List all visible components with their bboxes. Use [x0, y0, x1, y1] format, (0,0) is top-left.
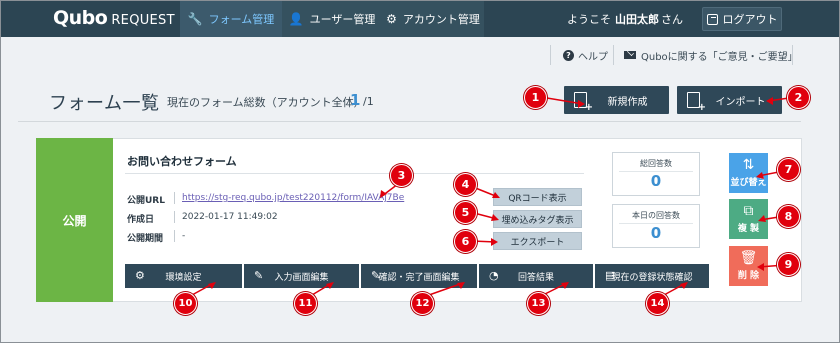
- edit-confirm-complete-label: 確認・完了画面編集: [378, 272, 460, 283]
- divider: [550, 45, 551, 65]
- callout-8: 8: [777, 205, 800, 228]
- response-results-button[interactable]: ◔ 回答結果: [479, 264, 593, 288]
- callout-14: 14: [646, 292, 669, 315]
- edit-input-screen-button[interactable]: ✎ 入力画面編集: [244, 264, 359, 288]
- gear-icon: ⚙: [386, 12, 397, 26]
- welcome-message: ようこそ 山田太郎 さん: [567, 1, 683, 37]
- callout-9: 9: [777, 253, 800, 276]
- qr-code-button[interactable]: QRコード表示: [493, 188, 582, 206]
- divider: [174, 230, 175, 242]
- callout-12: 12: [411, 292, 434, 315]
- help-link[interactable]: ? ヘルプ: [563, 45, 608, 65]
- logout-icon: [706, 13, 718, 25]
- form-name[interactable]: お問い合わせフォーム: [127, 153, 237, 169]
- divider: [613, 45, 614, 65]
- divider: [174, 192, 175, 204]
- tab-account-management[interactable]: ⚙ アカウント管理: [382, 1, 484, 37]
- new-form-button[interactable]: 新規作成: [564, 86, 669, 114]
- public-url-link[interactable]: https://stg-req.qubo.jp/test220112/form/…: [182, 193, 404, 203]
- copy-button[interactable]: ⧉ 複 製: [729, 199, 768, 239]
- delete-label: 削 除: [737, 271, 760, 281]
- callout-2: 2: [787, 86, 810, 109]
- logout-label: ログアウト: [722, 13, 778, 26]
- public-url-label: 公開URL: [127, 196, 165, 206]
- user-icon: 👤: [288, 12, 304, 26]
- feedback-link[interactable]: Quboに関する「ご意見・ご要望」: [624, 45, 798, 65]
- edit-form-icon: ✎: [371, 269, 381, 282]
- callout-1: 1: [524, 86, 547, 109]
- response-results-label: 回答結果: [517, 272, 554, 283]
- today-responses-label: 本日の回答数: [632, 211, 680, 220]
- form-count-value: 1: [350, 91, 361, 109]
- sort-arrows-icon: ⇅: [742, 157, 755, 173]
- callout-3: 3: [390, 164, 413, 187]
- user-name: 山田太郎: [615, 13, 659, 26]
- tab-user-management[interactable]: 👤 ユーザー管理: [282, 1, 382, 37]
- trash-icon: 🗑: [739, 250, 758, 266]
- tab-form-management-label: フォーム管理: [208, 13, 275, 26]
- copy-label: 複 製: [737, 224, 760, 234]
- new-form-label: 新規作成: [607, 96, 648, 108]
- sort-button[interactable]: ⇅ 並び替え: [729, 153, 768, 193]
- logo-brand: Qubo: [53, 7, 108, 29]
- public-period-label: 公開期間: [127, 234, 164, 244]
- feedback-link-label: Quboに関する「ご意見・ご要望」: [641, 51, 798, 63]
- tab-user-management-label: ユーザー管理: [309, 13, 376, 26]
- welcome-suffix: さん: [661, 13, 683, 26]
- form-count-total: /1: [363, 95, 374, 108]
- search-list-icon: ▤: [605, 269, 616, 282]
- environment-settings-label: 環境設定: [165, 272, 202, 283]
- total-responses-label: 総回答数: [640, 159, 672, 168]
- total-responses-value: 0: [650, 172, 662, 190]
- help-icon: ?: [563, 49, 574, 61]
- total-responses-box: 総回答数 0: [612, 152, 700, 196]
- environment-settings-button[interactable]: ⚙ 環境設定: [125, 264, 242, 288]
- pie-chart-icon: ◔: [489, 269, 499, 282]
- edit-input-screen-label: 入力画面編集: [274, 272, 329, 283]
- divider: [18, 121, 801, 122]
- callout-7: 7: [777, 158, 800, 181]
- callout-5: 5: [454, 201, 477, 224]
- help-link-label: ヘルプ: [578, 51, 608, 63]
- copy-icon: ⧉: [743, 203, 754, 219]
- callout-13: 13: [527, 292, 550, 315]
- callout-6: 6: [454, 230, 477, 253]
- registration-status-label: 現在の登録状態確認: [611, 272, 693, 283]
- today-responses-value: 0: [650, 224, 662, 242]
- divider: [792, 45, 793, 65]
- callout-4: 4: [454, 173, 477, 196]
- created-date-value: 2022-01-17 11:49:02: [182, 212, 278, 222]
- callout-10: 10: [174, 292, 197, 315]
- public-period-value: -: [182, 231, 186, 241]
- edit-confirm-complete-button[interactable]: ✎ 確認・完了画面編集: [361, 264, 477, 288]
- import-button[interactable]: インポート: [677, 86, 782, 114]
- tab-account-management-label: アカウント管理: [402, 13, 480, 26]
- divider: [125, 173, 584, 174]
- tab-form-management[interactable]: 🔧 フォーム管理: [180, 1, 282, 37]
- export-button[interactable]: エクスポート: [493, 232, 582, 250]
- registration-status-button[interactable]: ▤ 現在の登録状態確認: [595, 264, 709, 288]
- page-frame: Qubo REQUEST 🔧 フォーム管理 👤 ユーザー管理 ⚙ アカウント管理…: [0, 0, 840, 343]
- logo-sub: REQUEST: [111, 13, 175, 28]
- mail-icon: [624, 51, 636, 59]
- welcome-prefix: ようこそ: [567, 13, 611, 26]
- wrench-icon: 🔧: [187, 12, 203, 26]
- divider: [174, 211, 175, 223]
- today-responses-box: 本日の回答数 0: [612, 204, 700, 248]
- import-label: インポート: [715, 96, 766, 108]
- page-title: フォーム一覧: [49, 93, 160, 114]
- top-navigation-bar: Qubo REQUEST 🔧 フォーム管理 👤 ユーザー管理 ⚙ アカウント管理…: [1, 1, 839, 37]
- gear-icon: ⚙: [135, 269, 145, 282]
- qubo-request-logo[interactable]: Qubo REQUEST: [53, 7, 175, 31]
- sort-label: 並び替え: [730, 178, 767, 188]
- edit-form-icon: ✎: [254, 269, 264, 282]
- logout-button[interactable]: ログアウト: [702, 7, 782, 31]
- delete-button[interactable]: 🗑 削 除: [729, 246, 768, 286]
- status-badge: 公開: [36, 138, 113, 302]
- callout-11: 11: [294, 292, 317, 315]
- form-count-label: 現在のフォーム総数（アカウント全体）: [167, 96, 365, 109]
- created-date-label: 作成日: [127, 215, 155, 225]
- embed-tag-button[interactable]: 埋め込みタグ表示: [493, 210, 582, 228]
